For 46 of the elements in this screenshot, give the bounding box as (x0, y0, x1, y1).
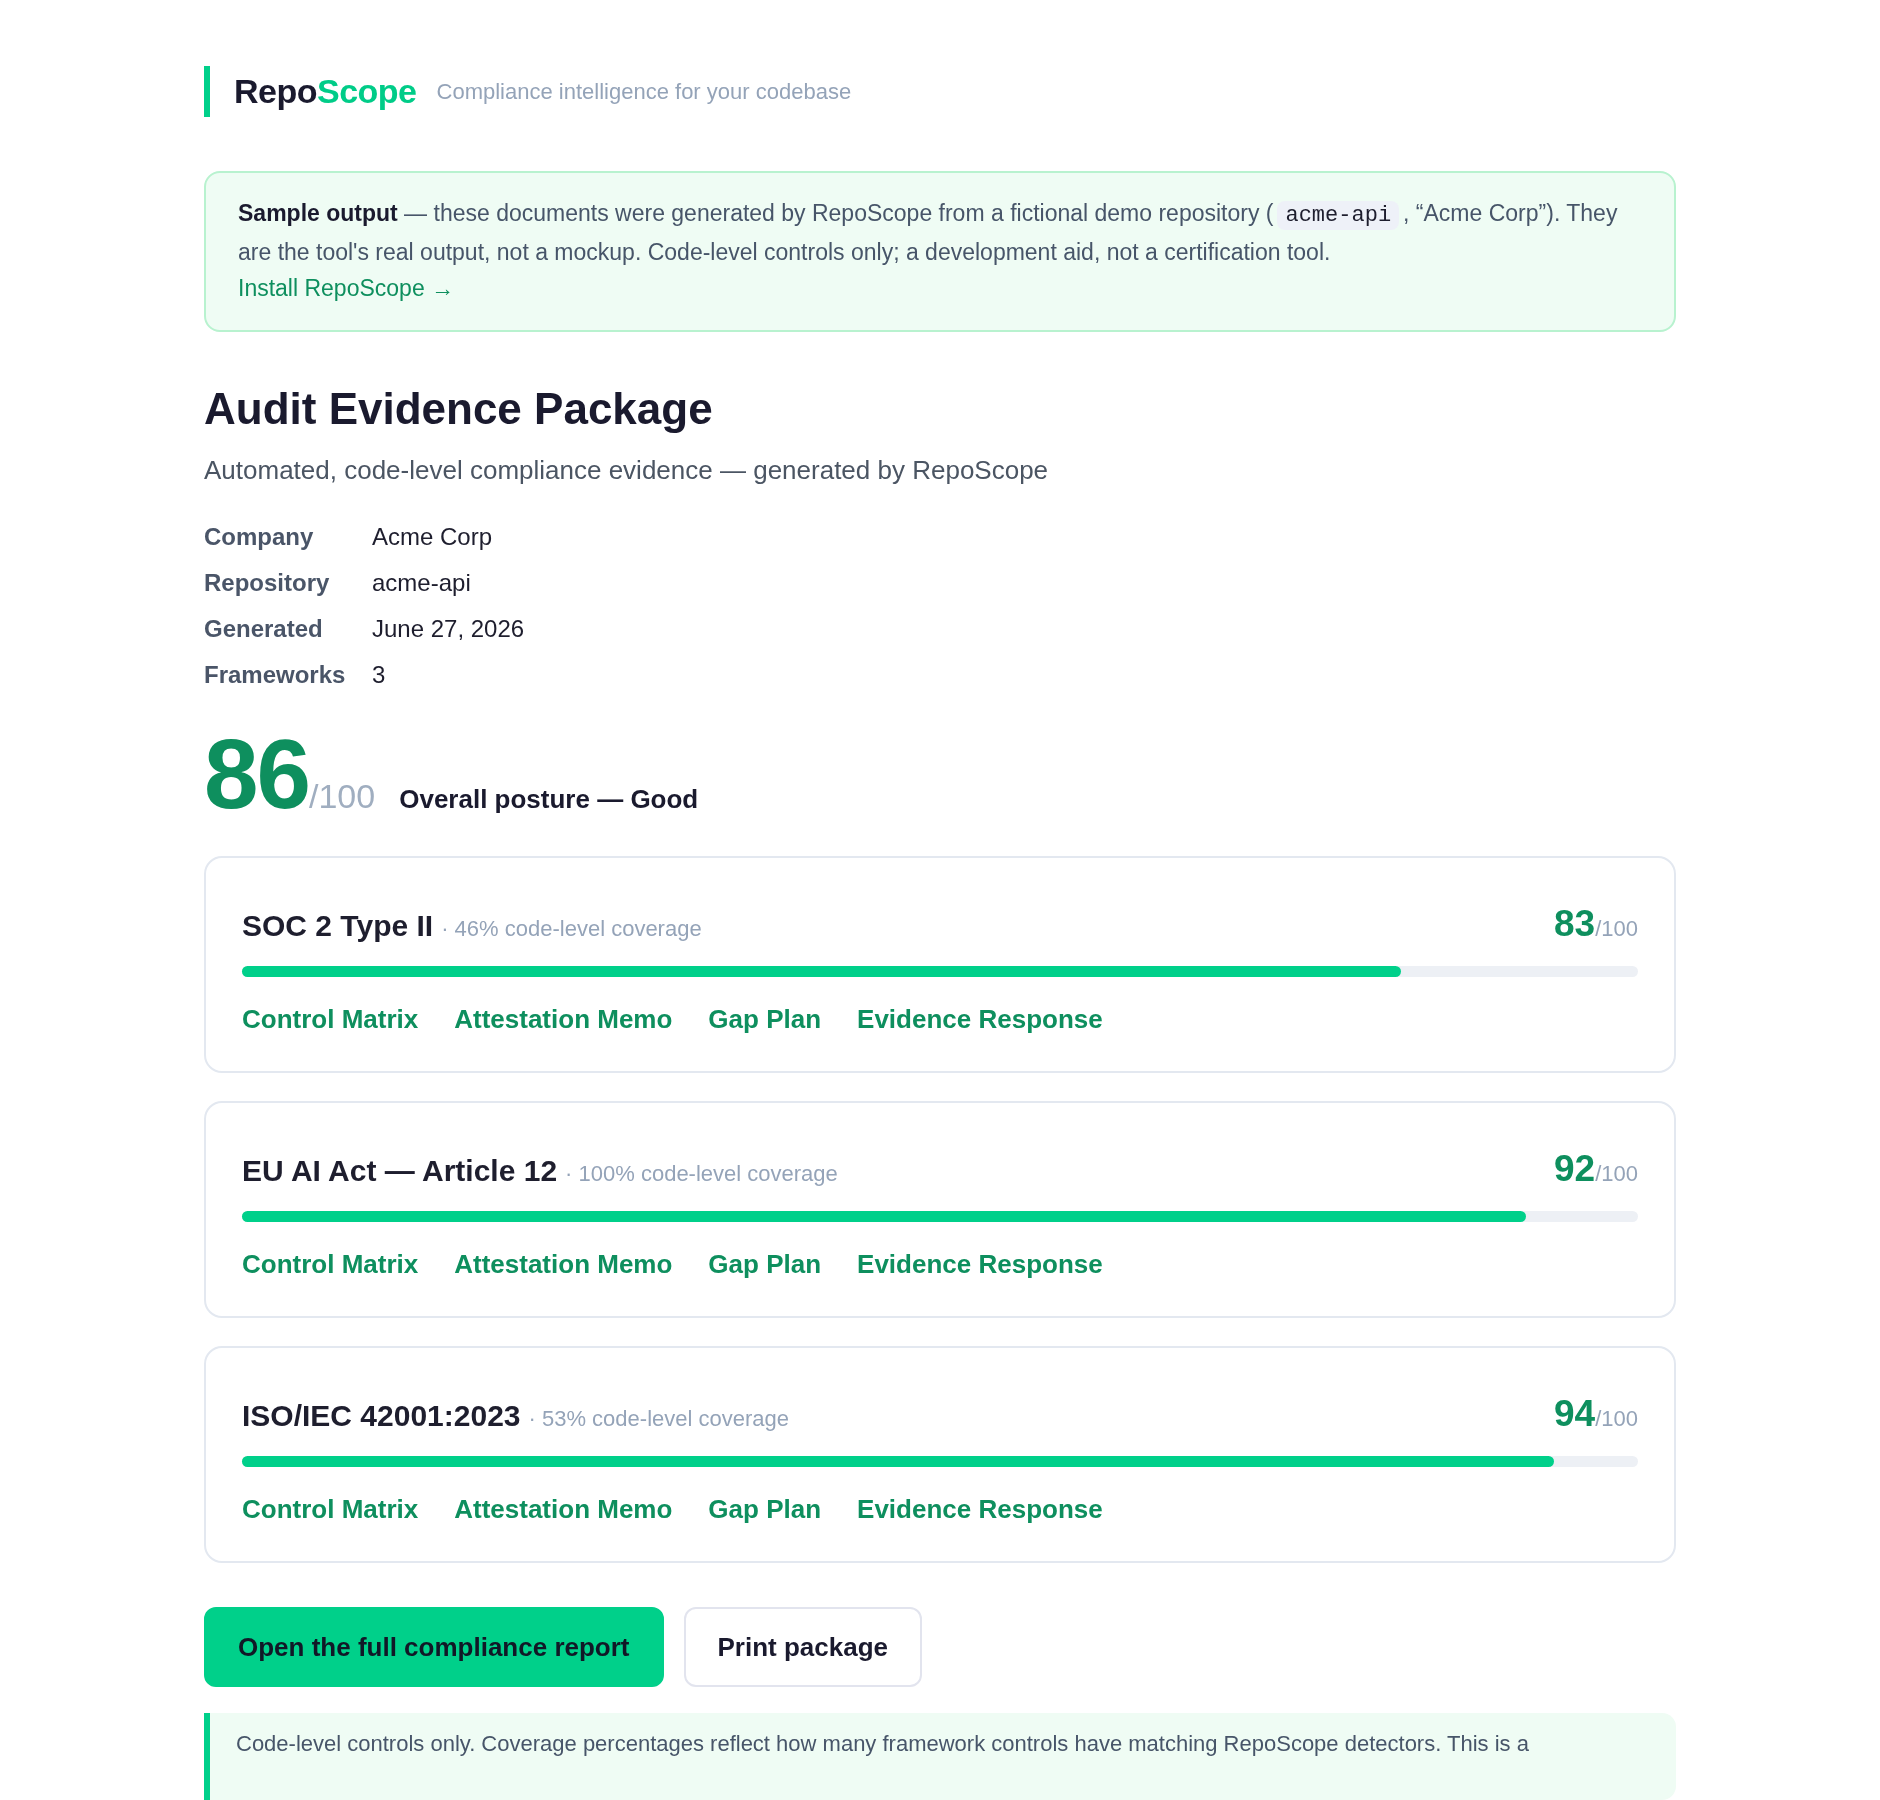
document-link[interactable]: Evidence Response (857, 1493, 1103, 1525)
page-title: Audit Evidence Package (204, 383, 714, 435)
open-report-button[interactable]: Open the full compliance report (204, 1607, 664, 1687)
coverage-text: · 100% code-level coverage (565, 1160, 838, 1188)
document-link[interactable]: Control Matrix (242, 1003, 419, 1035)
framework-score: 92 (1554, 1147, 1596, 1191)
document-link[interactable]: Gap Plan (708, 1248, 822, 1280)
document-link[interactable]: Control Matrix (242, 1493, 419, 1525)
coverage-text: · 53% code-level coverage (528, 1405, 789, 1433)
meta-value: acme-api (372, 568, 471, 598)
framework-name: EU AI Act — Article 12 (242, 1153, 558, 1189)
document-link[interactable]: Attestation Memo (454, 1003, 673, 1035)
score-max: /100 (1595, 1161, 1638, 1188)
meta-label: Frameworks (204, 660, 347, 690)
page-subtitle: Automated, code-level compliance evidence — generated by RepoScope (204, 454, 1050, 487)
framework-name: SOC 2 Type II (242, 908, 434, 944)
meta-value: Acme Corp (372, 522, 493, 552)
framework-name: ISO/IEC 42001:2023 (242, 1398, 521, 1434)
document-link[interactable]: Attestation Memo (454, 1248, 673, 1280)
document-link[interactable]: Evidence Response (857, 1248, 1103, 1280)
install-link[interactable]: Install RepoScope → (238, 270, 455, 306)
brand-logo: RepoScope (234, 71, 417, 112)
framework-score: 83 (1554, 902, 1596, 946)
meta-value: June 27, 2026 (372, 614, 525, 644)
overall-posture: Overall posture — Good (399, 783, 699, 816)
repository-code: acme-api (1277, 201, 1400, 230)
overall-score-max: /100 (309, 777, 376, 817)
meta-label: Repository (204, 568, 331, 598)
footnote-text: Code-level controls only. Coverage percentages reflect how many framework controls have matching RepoScope detectors. This is a (236, 1730, 1530, 1758)
document-link[interactable]: Control Matrix (242, 1248, 419, 1280)
document-link[interactable]: Gap Plan (708, 1493, 822, 1525)
overall-score: 86 (204, 726, 309, 822)
framework-score: 94 (1554, 1392, 1596, 1436)
sample-notice-text: Sample output — these documents were generated by RepoScope from a fictional demo repository ( acme-api , “Acme Corp”). They are the tool's real output, not a mockup. Code-level controls only; a development aid, not a certification tool. (238, 199, 1619, 267)
meta-value: 3 (372, 660, 386, 690)
meta-label: Generated (204, 614, 324, 644)
meta-label: Company (204, 522, 315, 552)
accent-bar (204, 66, 210, 117)
document-link[interactable]: Attestation Memo (454, 1493, 673, 1525)
score-max: /100 (1595, 916, 1638, 943)
document-link[interactable]: Evidence Response (857, 1003, 1103, 1035)
coverage-text: · 46% code-level coverage (441, 915, 702, 943)
score-max: /100 (1595, 1406, 1638, 1433)
print-button[interactable]: Print package (683, 1607, 922, 1687)
document-link[interactable]: Gap Plan (708, 1003, 822, 1035)
brand-tagline: Compliance intelligence for your codebase (436, 78, 852, 106)
